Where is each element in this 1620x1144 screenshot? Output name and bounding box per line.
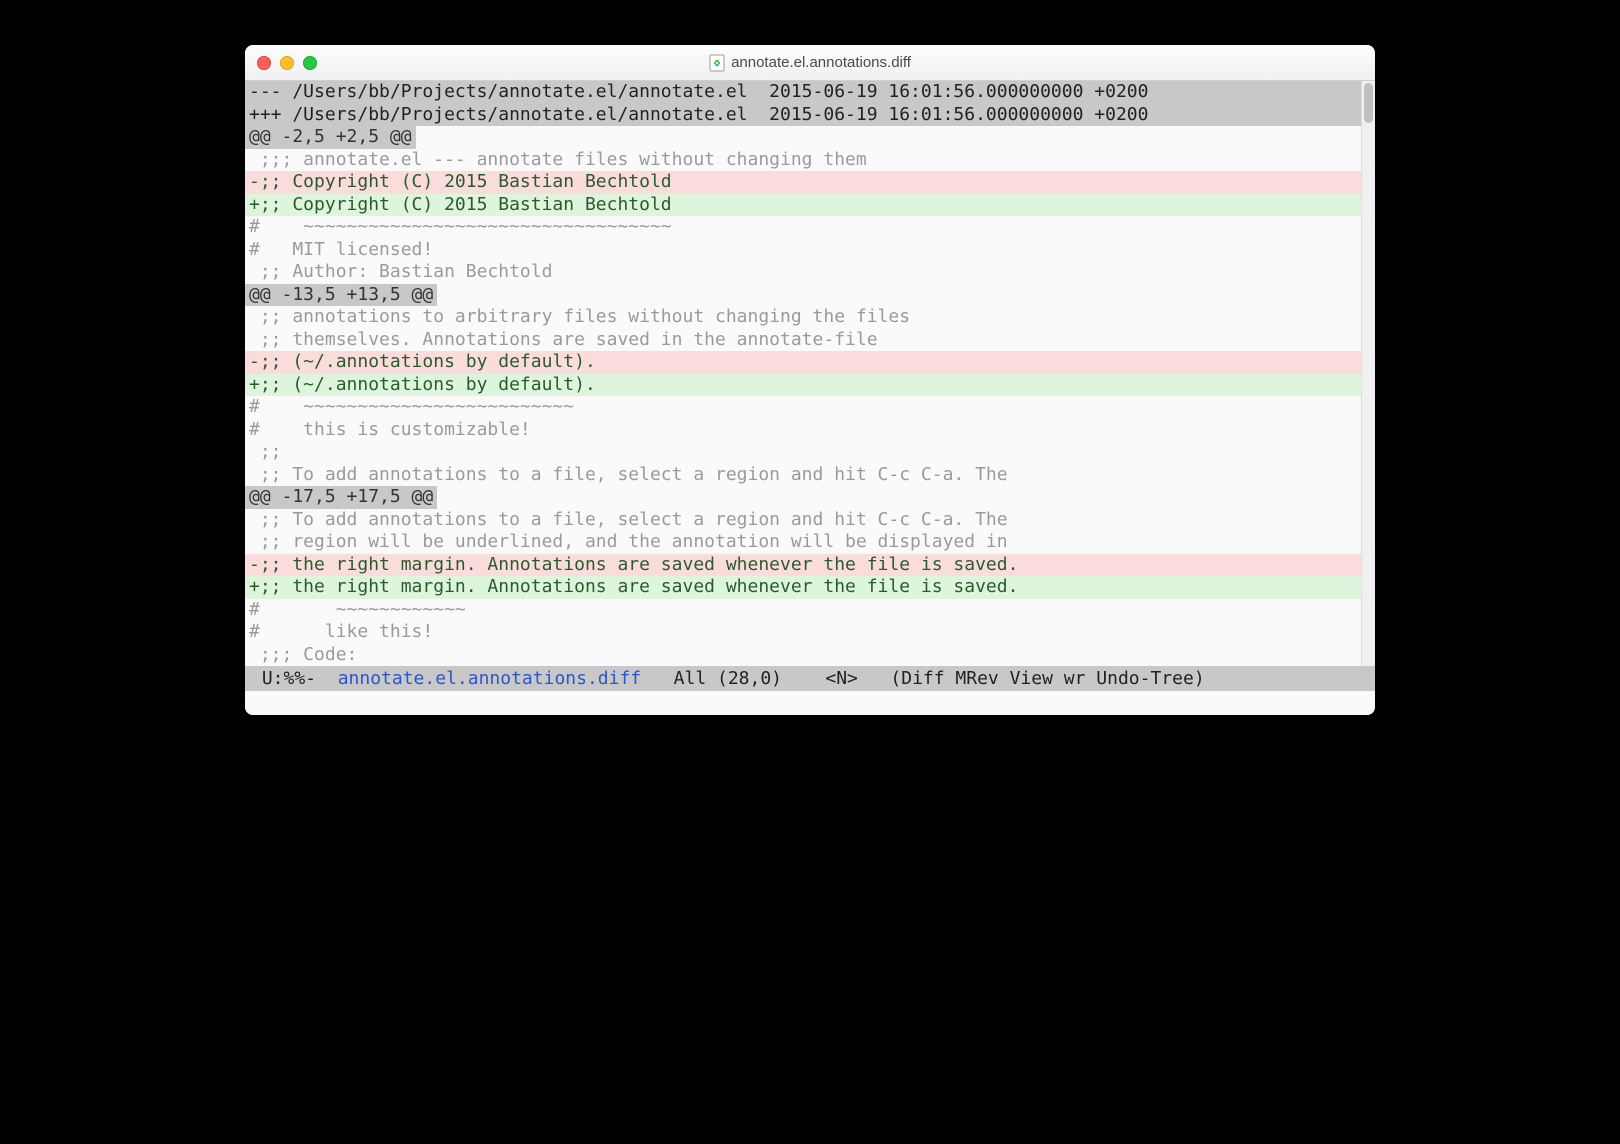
annotation-line: # ~~~~~~~~~~~~ (245, 599, 1375, 622)
window-title-text: annotate.el.annotations.diff (731, 54, 911, 71)
mode-line: U:%%- annotate.el.annotations.diff All (… (245, 666, 1375, 691)
window: annotate.el.annotations.diff --- /Users/… (245, 45, 1375, 715)
annotation-line: # ~~~~~~~~~~~~~~~~~~~~~~~~~ (245, 396, 1375, 419)
diff-removed-line: -;; the right margin. Annotations are sa… (245, 554, 1375, 577)
diff-removed-line: -;; Copyright (C) 2015 Bastian Bechtold (245, 171, 1375, 194)
annotation-line: # like this! (245, 621, 1375, 644)
diff-context-line: ;; To add annotations to a file, select … (245, 464, 1375, 487)
annotation-line: # this is customizable! (245, 419, 1375, 442)
titlebar[interactable]: annotate.el.annotations.diff (245, 45, 1375, 81)
close-button[interactable] (257, 56, 271, 70)
diff-context-line: ;; (245, 441, 1375, 464)
annotation-line: # MIT licensed! (245, 239, 1375, 262)
diff-header-added: +++ /Users/bb/Projects/annotate.el/annot… (245, 104, 1375, 127)
diff-header-removed: --- /Users/bb/Projects/annotate.el/annot… (245, 81, 1375, 104)
diff-context-line: ;; themselves. Annotations are saved in … (245, 329, 1375, 352)
editor-buffer[interactable]: --- /Users/bb/Projects/annotate.el/annot… (245, 81, 1375, 666)
diff-hunk-header: @@ -13,5 +13,5 @@ (245, 284, 437, 307)
diff-context-line: ;;; annotate.el --- annotate files witho… (245, 149, 1375, 172)
mode-line-prefix: U:%%- (251, 668, 338, 689)
diff-removed-line: -;; (~/.annotations by default). (245, 351, 1375, 374)
traffic-lights (257, 56, 317, 70)
minibuffer[interactable] (245, 691, 1375, 715)
scrollbar-thumb[interactable] (1364, 83, 1373, 123)
minimize-button[interactable] (280, 56, 294, 70)
file-icon (709, 54, 725, 72)
scrollbar[interactable] (1361, 81, 1375, 666)
mode-line-filename: annotate.el.annotations.diff (338, 668, 641, 689)
diff-added-line: +;; (~/.annotations by default). (245, 374, 1375, 397)
diff-added-line: +;; Copyright (C) 2015 Bastian Bechtold (245, 194, 1375, 217)
mode-line-info: All (28,0) <N> (Diff MRev View wr Undo-T… (641, 668, 1215, 689)
diff-hunk-header: @@ -17,5 +17,5 @@ (245, 486, 437, 509)
annotation-line: # ~~~~~~~~~~~~~~~~~~~~~~~~~~~~~~~~~~ (245, 216, 1375, 239)
diff-hunk-header: @@ -2,5 +2,5 @@ (245, 126, 416, 149)
diff-context-line: ;; annotations to arbitrary files withou… (245, 306, 1375, 329)
window-title: annotate.el.annotations.diff (245, 54, 1375, 72)
diff-context-line: ;;; Code: (245, 644, 1375, 667)
zoom-button[interactable] (303, 56, 317, 70)
diff-context-line: ;; Author: Bastian Bechtold (245, 261, 1375, 284)
diff-context-line: ;; region will be underlined, and the an… (245, 531, 1375, 554)
diff-added-line: +;; the right margin. Annotations are sa… (245, 576, 1375, 599)
diff-context-line: ;; To add annotations to a file, select … (245, 509, 1375, 532)
